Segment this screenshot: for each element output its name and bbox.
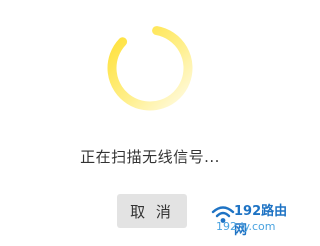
scan-status-text: 正在扫描无线信号...: [80, 148, 220, 166]
site-watermark: 192路由网 192.ly.com: [210, 198, 300, 242]
cancel-button[interactable]: 取 消: [117, 194, 187, 228]
loading-spinner-graphic: [107, 26, 193, 111]
watermark-url: 192.ly.com: [216, 220, 276, 233]
loading-spinner-icon: [98, 16, 202, 120]
